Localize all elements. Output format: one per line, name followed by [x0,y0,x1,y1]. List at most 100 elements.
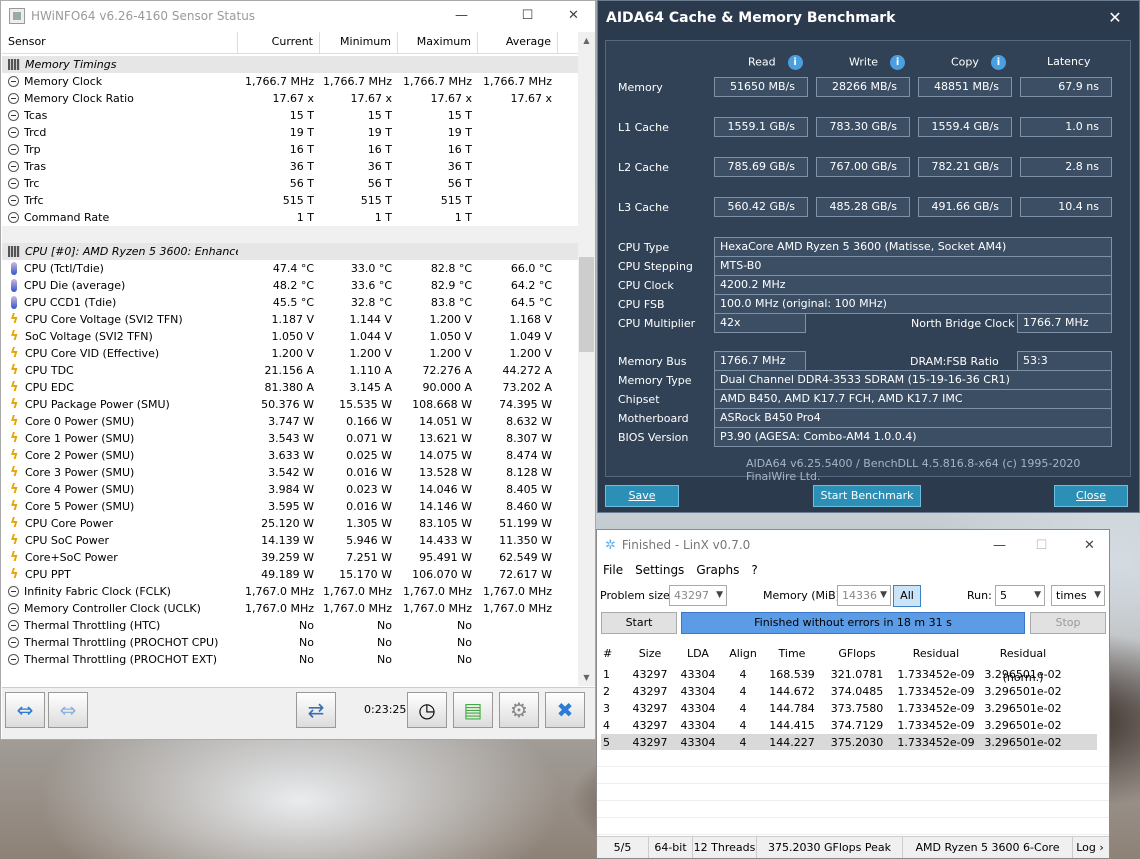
network-icon[interactable]: ⇄ [296,692,336,728]
all-button[interactable]: All [893,585,921,607]
sensor-row[interactable]: ϟ Core 2 Power (SMU) 3.633 W 0.025 W 14.075 … [2,447,578,464]
sensor-row[interactable]: Thermal Throttling (HTC) No No No [2,617,578,634]
menu-file[interactable]: File [603,563,623,577]
sensor-row[interactable]: ϟ CPU PPT 49.189 W 15.170 W 106.070 W 72.617 … [2,566,578,583]
bench-read-value: 785.69 GB/s [714,157,808,177]
result-row[interactable]: 3 43297 43304 4 144.784 373.7580 1.733452e-09 3… [601,700,1097,717]
sensor-row[interactable]: Trc 56 T 56 T 56 T [2,175,578,192]
col-current[interactable]: Current [238,32,320,53]
arrows-left-right-icon[interactable]: ⇔ [5,692,45,728]
sensor-row[interactable]: Trfc 515 T 515 T 515 T [2,192,578,209]
log-button[interactable]: Log › [1073,837,1107,858]
sensor-row[interactable]: Thermal Throttling (PROCHOT EXT) No No No [2,651,578,668]
scroll-down-icon[interactable]: ▼ [578,669,595,686]
memory-select[interactable]: 14336 ▼ [837,585,891,606]
sensor-row[interactable]: ϟ Core+SoC Power 39.259 W 7.251 W 95.491 W 62… [2,549,578,566]
times-select[interactable]: times ▼ [1051,585,1105,606]
info-icon[interactable]: i [787,55,803,70]
sensor-row[interactable]: ϟ Core 1 Power (SMU) 3.543 W 0.071 W 13.621 … [2,430,578,447]
minimize-button[interactable]: — [977,530,1022,560]
report-icon[interactable]: ▤ [453,692,493,728]
sensor-row[interactable]: ϟ CPU Package Power (SMU) 50.376 W 15.535 W… [2,396,578,413]
sensor-group-row[interactable]: CPU [#0]: AMD Ryzen 5 3600: Enhanced [2,243,578,260]
start-benchmark-button[interactable]: Start Benchmark [813,485,921,507]
thermometer-icon [11,262,17,275]
sensor-row[interactable]: Infinity Fabric Clock (FCLK) 1,767.0 MHz 1… [2,583,578,600]
clock-icon[interactable]: ◷ [407,692,447,728]
menu-graphs[interactable]: Graphs [696,563,739,577]
linx-statusbar: 5/5 64-bit 12 Threads 375.2030 GFlops Pe… [597,836,1109,858]
stop-button[interactable]: Stop [1030,612,1106,634]
sensor-max: 1.200 V [429,347,472,360]
close-button[interactable]: Close [1054,485,1128,507]
sensor-row[interactable] [2,226,578,243]
sensor-avg [478,175,558,192]
sensor-row[interactable]: Command Rate 1 T 1 T 1 T [2,209,578,226]
sensor-row[interactable]: ϟ Core 0 Power (SMU) 3.747 W 0.166 W 14.051 … [2,413,578,430]
sensor-row[interactable]: ϟ Core 5 Power (SMU) 3.595 W 0.016 W 14.146 … [2,498,578,515]
sensor-row[interactable]: CPU CCD1 (Tdie) 45.5 °C 32.8 °C 83.8 °C 64.5… [2,294,578,311]
close-button[interactable]: ✕ [551,1,595,30]
sensor-row[interactable]: Trp 16 T 16 T 16 T [2,141,578,158]
sensor-row[interactable]: Tras 36 T 36 T 36 T [2,158,578,175]
sensor-max: 82.9 °C [430,279,472,292]
memory-bus-value: 1766.7 MHz [714,351,806,371]
scroll-thumb[interactable] [579,257,594,352]
sensor-row[interactable]: ϟ SoC Voltage (SVI2 TFN) 1.050 V 1.044 V 1.0… [2,328,578,345]
sensor-min: 0.016 W [346,466,392,479]
info-icon[interactable]: i [990,55,1006,70]
aida64-titlebar[interactable]: AIDA64 Cache & Memory Benchmark [598,1,1139,34]
sensor-group-row[interactable]: Memory Timings [2,56,578,73]
sensor-row[interactable]: Thermal Throttling (PROCHOT CPU) No No No [2,634,578,651]
sensor-cur: No [299,636,314,649]
sensor-row[interactable]: Memory Clock 1,766.7 MHz 1,766.7 MHz 1,766.… [2,73,578,90]
minimize-button[interactable]: — [439,1,484,30]
sensor-row[interactable]: ϟ Core 4 Power (SMU) 3.984 W 0.023 W 14.046 … [2,481,578,498]
sensor-row[interactable]: ϟ CPU EDC 81.380 A 3.145 A 90.000 A 73.202 A [2,379,578,396]
col-minimum[interactable]: Minimum [320,32,398,53]
result-row[interactable]: 1 43297 43304 4 168.539 321.0781 1.733452e-09 3… [601,666,1097,683]
save-button[interactable]: Save [605,485,679,507]
col-sensor[interactable]: Sensor [2,32,238,53]
close-button[interactable]: ✕ [1067,530,1109,560]
sensor-row[interactable]: CPU Die (average) 48.2 °C 33.6 °C 82.9 °C 64… [2,277,578,294]
sensor-min: 0.071 W [346,432,392,445]
scroll-up-icon[interactable]: ▲ [578,32,595,49]
col-maximum[interactable]: Maximum [398,32,478,53]
sensor-name: Core 2 Power (SMU) [25,449,135,462]
menu-help[interactable]: ? [751,563,757,577]
exit-icon[interactable]: ✖ [545,692,585,728]
menu-settings[interactable]: Settings [635,563,684,577]
lightning-icon: ϟ [10,363,19,378]
maximize-button[interactable]: ☐ [505,1,550,30]
aida64-close-icon[interactable]: ✕ [1091,1,1139,34]
sensor-min: No [377,619,392,632]
run-select[interactable]: 5 ▼ [995,585,1045,606]
arrows-collapse-icon[interactable]: ⇔ [48,692,88,728]
memory-type-label: Memory Type [618,374,692,387]
start-button[interactable]: Start [601,612,677,634]
gear-icon[interactable]: ⚙ [499,692,539,728]
sensor-row[interactable]: ϟ CPU SoC Power 14.139 W 5.946 W 14.433 W 11.… [2,532,578,549]
sensor-row[interactable]: Memory Clock Ratio 17.67 x 17.67 x 17.67 x 1… [2,90,578,107]
sensor-row[interactable]: ϟ CPU Core Voltage (SVI2 TFN) 1.187 V 1.144… [2,311,578,328]
sensor-row[interactable]: ϟ CPU Core Power 25.120 W 1.305 W 83.105 W 51… [2,515,578,532]
sensor-row[interactable]: Memory Controller Clock (UCLK) 1,767.0 MH… [2,600,578,617]
hwinfo-titlebar[interactable]: HWiNFO64 v6.26-4160 Sensor Status — ☐ ✕ [1,1,595,30]
result-row[interactable]: 5 43297 43304 4 144.227 375.2030 1.733452e-09 3… [601,734,1097,751]
sensor-row[interactable]: ϟ CPU TDC 21.156 A 1.110 A 72.276 A 44.272 A [2,362,578,379]
info-icon[interactable]: i [890,55,906,70]
col-average[interactable]: Average [478,32,558,53]
linx-titlebar[interactable]: ✲ Finished - LinX v0.7.0 — ☐ ✕ [597,530,1109,560]
result-row[interactable]: 4 43297 43304 4 144.415 374.7129 1.733452e-09 3… [601,717,1097,734]
result-row[interactable]: 2 43297 43304 4 144.672 374.0485 1.733452e-09 3… [601,683,1097,700]
sensor-row[interactable]: ϟ CPU Core VID (Effective) 1.200 V 1.200 V 1… [2,345,578,362]
sensor-row[interactable]: CPU (Tctl/Tdie) 47.4 °C 33.0 °C 82.8 °C 66.0… [2,260,578,277]
cpu-stepping-label: CPU Stepping [618,260,693,273]
sensor-row[interactable]: Tcas 15 T 15 T 15 T [2,107,578,124]
sensor-row[interactable]: Trcd 19 T 19 T 19 T [2,124,578,141]
problem-size-select[interactable]: 43297 ▼ [669,585,727,606]
sensor-row[interactable]: ϟ Core 3 Power (SMU) 3.542 W 0.016 W 13.528 … [2,464,578,481]
maximize-button[interactable]: ☐ [1019,530,1064,560]
vertical-scrollbar[interactable]: ▲ ▼ [578,32,595,686]
